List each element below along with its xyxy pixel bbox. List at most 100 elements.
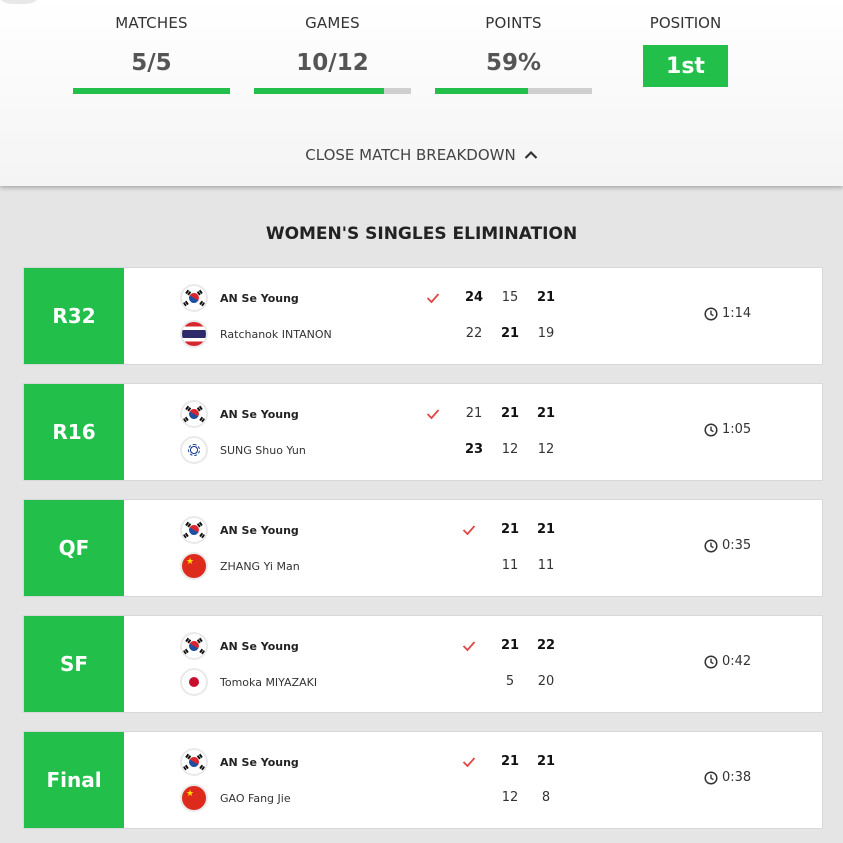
game-score: 5 [505, 674, 515, 689]
player-row: Tomoka MIYAZAKI [182, 669, 317, 695]
match-duration: 0:35 [704, 538, 751, 553]
game-score: 20 [537, 674, 555, 689]
game-score: 21 [500, 326, 520, 341]
match-card[interactable]: Final AN Se Young 21 21 ★ GAO Fang Jie 12… [24, 732, 822, 828]
stat-position-label: POSITION [649, 14, 722, 32]
clock-icon [704, 770, 718, 785]
china-flag-icon: ★ [182, 786, 206, 810]
game-score: 19 [537, 326, 555, 341]
matches-progress-fill [73, 88, 230, 94]
game-score: 21 [536, 406, 556, 421]
game-score: 21 [465, 406, 483, 421]
match-duration-value: 0:35 [722, 538, 752, 553]
player-row: AN Se Young [182, 749, 299, 775]
player-name: AN Se Young [220, 523, 299, 537]
match-card[interactable]: SF AN Se Young 21 22 Tomoka MIYAZAKI 5 20 … [24, 616, 822, 712]
stat-games-label: GAMES [305, 14, 360, 32]
round-badge: R32 [24, 268, 124, 364]
player-row: AN Se Young [182, 517, 299, 543]
round-badge: SF [24, 616, 124, 712]
game-score: 21 [536, 522, 556, 537]
japan-flag-icon [182, 670, 206, 694]
match-card[interactable]: QF AN Se Young 21 21 ★ ZHANG Yi Man 11 11 … [24, 500, 822, 596]
game-score: 21 [500, 754, 520, 769]
points-progress-bar [435, 88, 592, 94]
stat-games-value: 10/12 [296, 50, 369, 76]
match-card[interactable]: R16 AN Se Young 21 21 21 SUNG Shuo Yun 23 1… [24, 384, 822, 480]
stat-points: POINTS 59% [435, 14, 592, 76]
game-score: 15 [501, 290, 519, 305]
korea-flag-icon [182, 402, 206, 426]
stat-points-value: 59% [485, 50, 542, 76]
player-name: AN Se Young [220, 291, 299, 305]
match-duration-value: 0:38 [722, 770, 752, 785]
player-name: AN Se Young [220, 639, 299, 653]
stat-matches-label: MATCHES [115, 14, 188, 32]
player-name: Ratchanok INTANON [220, 327, 332, 341]
player-name: SUNG Shuo Yun [220, 443, 306, 457]
points-progress-fill [435, 88, 528, 94]
clock-icon [704, 654, 718, 669]
korea-flag-icon [182, 634, 206, 658]
match-duration: 1:14 [704, 306, 751, 321]
winner-check-icon [462, 525, 476, 536]
match-duration-value: 1:14 [722, 306, 752, 321]
chevron-up-icon [524, 150, 537, 159]
korea-flag-icon [182, 750, 206, 774]
player-name: AN Se Young [220, 755, 299, 769]
game-score: 21 [500, 638, 520, 653]
chinese-taipei-flag-icon [182, 438, 206, 462]
games-progress-bar [254, 88, 411, 94]
panel-corner-tab [0, 0, 44, 4]
stats-panel: MATCHES 5/5 GAMES 10/12 POINTS 59% POSIT… [0, 0, 843, 186]
winner-check-icon [426, 293, 440, 304]
korea-flag-icon [182, 518, 206, 542]
close-match-breakdown-button[interactable]: CLOSE MATCH BREAKDOWN [0, 146, 843, 164]
player-name: ZHANG Yi Man [220, 559, 300, 573]
winner-check-icon [462, 757, 476, 768]
game-score: 11 [537, 558, 555, 573]
match-duration: 0:42 [704, 654, 751, 669]
winner-check-icon [426, 409, 440, 420]
player-row: AN Se Young [182, 633, 299, 659]
match-duration-value: 1:05 [722, 422, 752, 437]
section-title: WOMEN'S SINGLES ELIMINATION [265, 224, 578, 244]
game-score: 22 [465, 326, 483, 341]
matches-progress-bar [73, 88, 230, 94]
thailand-flag-icon [182, 322, 206, 346]
game-score: 21 [536, 754, 556, 769]
close-match-breakdown-label: CLOSE MATCH BREAKDOWN [305, 146, 516, 164]
clock-icon [704, 306, 718, 321]
clock-icon [704, 422, 718, 437]
game-score: 24 [464, 290, 484, 305]
game-score: 12 [537, 442, 555, 457]
round-badge: QF [24, 500, 124, 596]
match-duration: 0:38 [704, 770, 751, 785]
game-score: 21 [536, 290, 556, 305]
player-row: ★ GAO Fang Jie [182, 785, 291, 811]
player-name: AN Se Young [220, 407, 299, 421]
game-score: 12 [501, 442, 519, 457]
game-score: 11 [501, 558, 519, 573]
game-score: 21 [500, 522, 520, 537]
game-score: 12 [501, 790, 519, 805]
clock-icon [704, 538, 718, 553]
games-progress-fill [254, 88, 385, 94]
round-badge: R16 [24, 384, 124, 480]
game-score: 21 [500, 406, 520, 421]
stat-position-value: 1st [643, 45, 728, 87]
stat-games: GAMES 10/12 [254, 14, 411, 76]
player-row: SUNG Shuo Yun [182, 437, 306, 463]
game-score: 22 [536, 638, 556, 653]
winner-check-icon [462, 641, 476, 652]
stat-matches: MATCHES 5/5 [73, 14, 230, 76]
match-duration: 1:05 [704, 422, 751, 437]
player-row: Ratchanok INTANON [182, 321, 332, 347]
match-card[interactable]: R32 AN Se Young 24 15 21 Ratchanok INTANON… [24, 268, 822, 364]
player-name: GAO Fang Jie [220, 791, 291, 805]
stat-points-label: POINTS [485, 14, 542, 32]
game-score: 23 [464, 442, 484, 457]
player-row: AN Se Young [182, 285, 299, 311]
stat-matches-value: 5/5 [131, 50, 172, 76]
round-badge: Final [24, 732, 124, 828]
